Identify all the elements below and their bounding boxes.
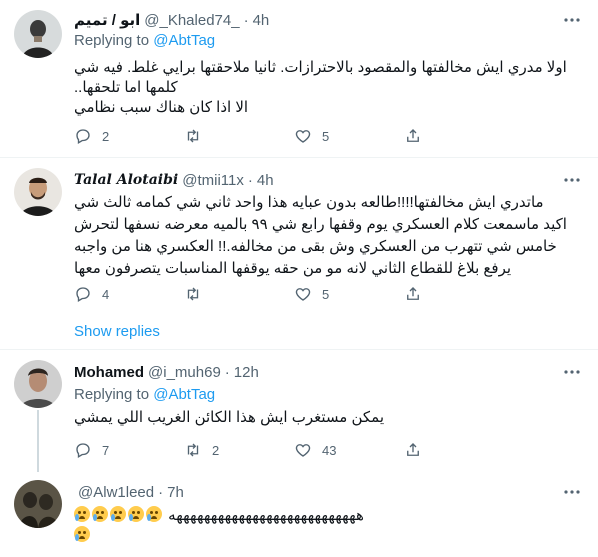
reply-button[interactable]: 7 [74, 441, 184, 459]
retweet-icon [187, 443, 199, 457]
replying-to-label: Replying to [74, 386, 150, 403]
display-name[interactable]: Talal Alotaibi [74, 172, 178, 188]
tweet-text: اولا مدري ايش مخالفتها والمقصود بالاحترا… [74, 58, 582, 118]
reply-count: 2 [102, 128, 110, 144]
replying-to-link[interactable]: @AbtTag [153, 386, 215, 403]
retweet-icon [187, 129, 199, 143]
separator-dot: · [243, 11, 249, 29]
timestamp[interactable]: 12h [234, 364, 259, 381]
avatar-image [14, 480, 62, 528]
reply-icon [76, 287, 90, 302]
loudly-crying-face-emoji [74, 526, 90, 542]
like-button[interactable]: 5 [294, 127, 404, 145]
reply-button[interactable]: 2 [74, 127, 184, 145]
retweet-button[interactable]: 2 [184, 441, 294, 459]
avatar-image [14, 10, 62, 58]
share-icon [407, 287, 419, 300]
avatar-image [14, 168, 62, 216]
timestamp[interactable]: 4h [253, 12, 270, 29]
like-button[interactable]: 43 [294, 441, 404, 459]
retweet-icon [187, 287, 199, 301]
crying-emoji-group [74, 506, 164, 524]
heart-icon [295, 444, 311, 457]
loudly-crying-face-emoji [128, 506, 144, 522]
more-icon[interactable] [560, 10, 584, 30]
loudly-crying-face-emoji [110, 506, 126, 522]
user-handle[interactable]: @Alw1leed [78, 484, 154, 501]
like-button[interactable]: 5 [294, 285, 404, 303]
tweet-header: ابو / تميم @_Khaled74_ · 4h [74, 10, 558, 30]
tweet-actions: 2 5 [74, 126, 514, 146]
share-button[interactable] [404, 285, 514, 303]
timestamp[interactable]: 7h [167, 484, 184, 501]
share-icon [407, 129, 419, 142]
heart-icon [295, 130, 311, 143]
avatar-image [14, 360, 62, 408]
tweet-header: @Alw1leed · 7h [74, 482, 558, 502]
reply-icon [76, 443, 90, 458]
tweet-text: يمكن مستغرب ايش هذا الكائن الغريب اللي ي… [74, 408, 582, 428]
tweet-text-line: الا اذا كان هناك سبب نظامي [74, 99, 249, 116]
user-handle[interactable]: @tmii11x [182, 172, 244, 189]
replying-to-label: Replying to [74, 32, 150, 49]
like-count: 5 [322, 286, 330, 302]
tweet-text-line: يمكن مستغرب ايش هذا الكائن الغريب اللي ي… [74, 409, 384, 426]
tweet-text-line: ماتدري ايش مخالفتها!!!!طالعه بدون عبايه … [74, 194, 544, 211]
tweet-text-line: اكيد ماسمعت كلام العسكري يوم وقفها رابع … [74, 216, 567, 233]
tweet-text-line: اولا مدري ايش مخالفتها والمقصود بالاحترا… [74, 59, 567, 76]
user-handle[interactable]: @_Khaled74_ [144, 12, 239, 29]
like-count: 5 [322, 128, 330, 144]
loudly-crying-face-emoji [146, 506, 162, 522]
avatar[interactable] [14, 10, 62, 58]
share-icon [407, 443, 419, 456]
loudly-crying-face-emoji [74, 506, 90, 522]
replying-to-link[interactable]: @AbtTag [153, 32, 215, 49]
reply-count: 7 [102, 442, 110, 458]
separator-dot: · [224, 363, 230, 381]
user-handle[interactable]: @i_muh69 [148, 364, 221, 381]
tweet-text: هههههههههههههههههههههههههههه [74, 506, 582, 546]
avatar[interactable] [14, 480, 62, 528]
replying-to: Replying to @AbtTag [74, 386, 215, 403]
separator-dot: · [158, 483, 164, 501]
tweet-4[interactable]: @Alw1leed · 7h ههههههههههههههههههههههههه… [0, 472, 598, 557]
more-icon[interactable] [560, 170, 584, 190]
tweet-actions: 7 2 43 [74, 440, 514, 460]
display-name[interactable]: ابو / تميم [74, 11, 140, 29]
laughter-text: هههههههههههههههههههههههههههه [168, 507, 364, 524]
tweet-header: Mohamed @i_muh69 · 12h [74, 362, 558, 382]
reply-button[interactable]: 4 [74, 285, 184, 303]
tweet-actions: 4 5 [74, 284, 514, 304]
separator-dot: · [247, 171, 253, 189]
retweet-count: 2 [212, 442, 220, 458]
more-icon[interactable] [560, 482, 584, 502]
tweet-header: Talal Alotaibi @tmii11x · 4h [74, 170, 558, 190]
display-name[interactable]: Mohamed [74, 364, 144, 381]
tweet-text-line: هههههههههههههههههههههههههههه [74, 506, 582, 526]
retweet-button[interactable] [184, 127, 294, 145]
retweet-button[interactable] [184, 285, 294, 303]
share-button[interactable] [404, 441, 514, 459]
loudly-crying-face-emoji [92, 506, 108, 522]
heart-icon [295, 288, 311, 301]
tweet-text-line: كلمها اما تلحقها.. [74, 79, 178, 96]
tweet-2[interactable]: Talal Alotaibi @tmii11x · 4h ماتدري ايش … [0, 158, 598, 348]
timestamp[interactable]: 4h [257, 172, 274, 189]
more-icon[interactable] [560, 362, 584, 382]
reply-count: 4 [102, 286, 110, 302]
replying-to: Replying to @AbtTag [74, 32, 215, 49]
show-replies-link[interactable]: Show replies [74, 323, 160, 340]
share-button[interactable] [404, 127, 514, 145]
tweet-3[interactable]: Mohamed @i_muh69 · 12h Replying to @AbtT… [0, 350, 598, 472]
tweet-text-line: يرفع بلاغ للقطاع الثاني لانه مو من حقه ي… [74, 260, 512, 277]
tweet-1[interactable]: ابو / تميم @_Khaled74_ · 4h Replying to … [0, 0, 598, 150]
like-count: 43 [322, 442, 337, 458]
thread-connector [37, 410, 39, 472]
avatar[interactable] [14, 360, 62, 408]
tweet-text-line: خامس شي تتهرب من العسكري وش بقى من مخالف… [74, 238, 557, 255]
avatar[interactable] [14, 168, 62, 216]
tweet-text: ماتدري ايش مخالفتها!!!!طالعه بدون عبايه … [74, 192, 582, 280]
tweet-text-line [74, 526, 582, 546]
reply-icon [76, 129, 90, 144]
